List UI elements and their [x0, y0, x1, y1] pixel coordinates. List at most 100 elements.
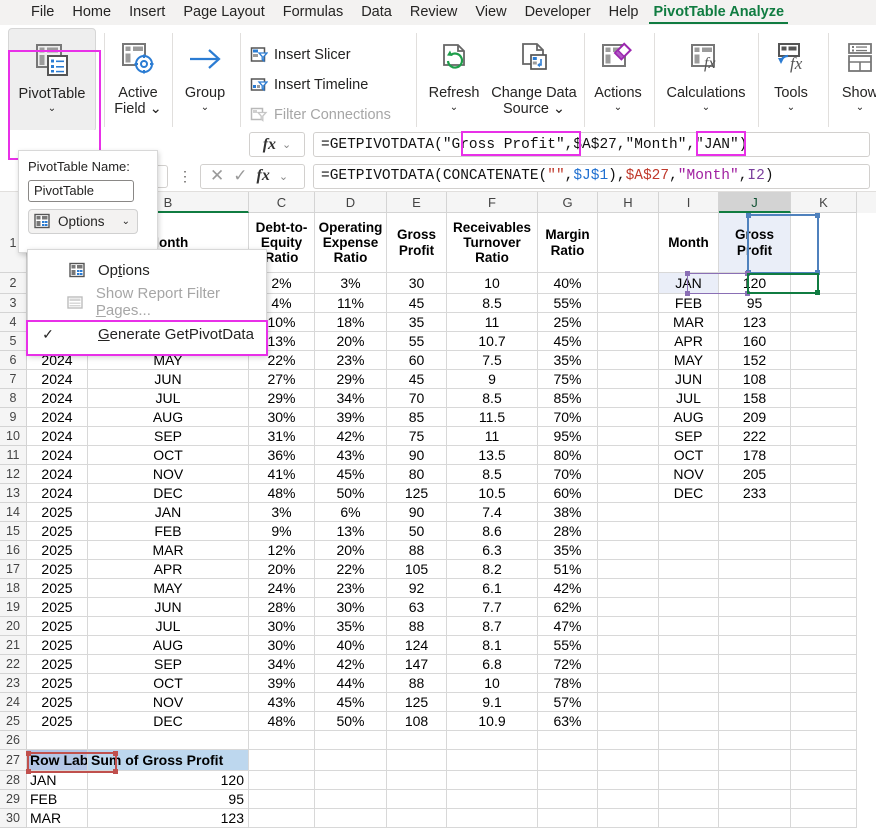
- cell-G19[interactable]: 62%: [538, 598, 598, 617]
- cell-E26[interactable]: [387, 731, 447, 750]
- column-header-f[interactable]: F: [447, 192, 538, 213]
- cell-D22[interactable]: 42%: [315, 655, 387, 674]
- insert-function-group-top[interactable]: fx ⌄: [249, 132, 305, 157]
- cell-D12[interactable]: 45%: [315, 465, 387, 484]
- cell-B13[interactable]: DEC: [88, 484, 249, 503]
- cell-I9[interactable]: AUG: [659, 408, 719, 427]
- cell-C29[interactable]: [249, 790, 315, 809]
- cell-I4[interactable]: MAR: [659, 313, 719, 332]
- cell-E18[interactable]: 92: [387, 579, 447, 598]
- cell-A30[interactable]: MAR: [27, 809, 88, 828]
- row-header-29[interactable]: 29: [0, 790, 27, 809]
- cell-I13[interactable]: DEC: [659, 484, 719, 503]
- cell-C16[interactable]: 12%: [249, 541, 315, 560]
- cell-E11[interactable]: 90: [387, 446, 447, 465]
- cell-A26[interactable]: [27, 731, 88, 750]
- chevron-down-icon[interactable]: ⌄: [450, 103, 458, 113]
- cell-K3[interactable]: [791, 294, 857, 313]
- cell-H9[interactable]: [598, 408, 659, 427]
- tab-file[interactable]: File: [22, 0, 63, 25]
- cell-A23[interactable]: 2025: [27, 674, 88, 693]
- cell-J10[interactable]: 222: [719, 427, 791, 446]
- row-header-18[interactable]: 18: [0, 579, 27, 598]
- cell-J6[interactable]: 152: [719, 351, 791, 370]
- cell-F2[interactable]: 10: [447, 273, 538, 294]
- cell-G26[interactable]: [538, 731, 598, 750]
- cell-D11[interactable]: 43%: [315, 446, 387, 465]
- cell-J17[interactable]: [719, 560, 791, 579]
- column-header-e[interactable]: E: [387, 192, 447, 213]
- tab-data[interactable]: Data: [352, 0, 401, 25]
- cell-J4[interactable]: 123: [719, 313, 791, 332]
- row-header-16[interactable]: 16: [0, 541, 27, 560]
- cell-J28[interactable]: [719, 771, 791, 790]
- cell-E23[interactable]: 88: [387, 674, 447, 693]
- cell-B24[interactable]: NOV: [88, 693, 249, 712]
- cell-I12[interactable]: NOV: [659, 465, 719, 484]
- cell-D2[interactable]: 3%: [315, 273, 387, 294]
- cell-J21[interactable]: [719, 636, 791, 655]
- row-header-7[interactable]: 7: [0, 370, 27, 389]
- cell-F12[interactable]: 8.5: [447, 465, 538, 484]
- cell-G17[interactable]: 51%: [538, 560, 598, 579]
- cell-A21[interactable]: 2025: [27, 636, 88, 655]
- cell-A24[interactable]: 2025: [27, 693, 88, 712]
- cell-K16[interactable]: [791, 541, 857, 560]
- cell-J26[interactable]: [719, 731, 791, 750]
- cell-D14[interactable]: 6%: [315, 503, 387, 522]
- chevron-down-icon[interactable]: ⌄: [787, 103, 795, 113]
- cell-J29[interactable]: [719, 790, 791, 809]
- cell-H28[interactable]: [598, 771, 659, 790]
- cell-F8[interactable]: 8.5: [447, 389, 538, 408]
- chevron-down-icon[interactable]: ⌄: [201, 103, 209, 113]
- cell-C19[interactable]: 28%: [249, 598, 315, 617]
- formula-input-edit[interactable]: =GETPIVOTDATA(CONCATENATE("",$J$1),$A$27…: [313, 164, 870, 189]
- cell-J27[interactable]: [719, 750, 791, 771]
- insert-slicer-button[interactable]: Insert Slicer: [248, 40, 391, 70]
- cell-K28[interactable]: [791, 771, 857, 790]
- cell-H4[interactable]: [598, 313, 659, 332]
- cell-A28[interactable]: JAN: [27, 771, 88, 790]
- cell-K1[interactable]: [791, 213, 857, 273]
- row-header-20[interactable]: 20: [0, 617, 27, 636]
- cell-J20[interactable]: [719, 617, 791, 636]
- cell-E27[interactable]: [387, 750, 447, 771]
- cell-I23[interactable]: [659, 674, 719, 693]
- row-header-15[interactable]: 15: [0, 522, 27, 541]
- cell-K18[interactable]: [791, 579, 857, 598]
- cell-G7[interactable]: 75%: [538, 370, 598, 389]
- cell-F27[interactable]: [447, 750, 538, 771]
- cell-F11[interactable]: 13.5: [447, 446, 538, 465]
- cell-A10[interactable]: 2024: [27, 427, 88, 446]
- cell-E13[interactable]: 125: [387, 484, 447, 503]
- cell-G8[interactable]: 85%: [538, 389, 598, 408]
- row-header-28[interactable]: 28: [0, 771, 27, 790]
- cell-B12[interactable]: NOV: [88, 465, 249, 484]
- cell-F24[interactable]: 9.1: [447, 693, 538, 712]
- formula-bar-overflow-icon[interactable]: ⋮: [177, 168, 193, 185]
- cell-I30[interactable]: [659, 809, 719, 828]
- cell-E14[interactable]: 90: [387, 503, 447, 522]
- cell-H26[interactable]: [598, 731, 659, 750]
- cell-I2[interactable]: JAN: [659, 273, 719, 294]
- cell-F29[interactable]: [447, 790, 538, 809]
- menu-item-options[interactable]: Options: [28, 254, 266, 286]
- cell-H25[interactable]: [598, 712, 659, 731]
- cell-A7[interactable]: 2024: [27, 370, 88, 389]
- cell-H15[interactable]: [598, 522, 659, 541]
- cell-C30[interactable]: [249, 809, 315, 828]
- cell-A17[interactable]: 2025: [27, 560, 88, 579]
- tab-review[interactable]: Review: [401, 0, 467, 25]
- cell-D15[interactable]: 13%: [315, 522, 387, 541]
- cell-J2[interactable]: 120: [719, 273, 791, 294]
- chevron-down-icon[interactable]: ⌄: [279, 170, 288, 183]
- cell-D25[interactable]: 50%: [315, 712, 387, 731]
- cell-J24[interactable]: [719, 693, 791, 712]
- cell-J16[interactable]: [719, 541, 791, 560]
- cell-D20[interactable]: 35%: [315, 617, 387, 636]
- cell-F23[interactable]: 10: [447, 674, 538, 693]
- cell-B9[interactable]: AUG: [88, 408, 249, 427]
- cell-C22[interactable]: 34%: [249, 655, 315, 674]
- cell-H10[interactable]: [598, 427, 659, 446]
- cell-G12[interactable]: 70%: [538, 465, 598, 484]
